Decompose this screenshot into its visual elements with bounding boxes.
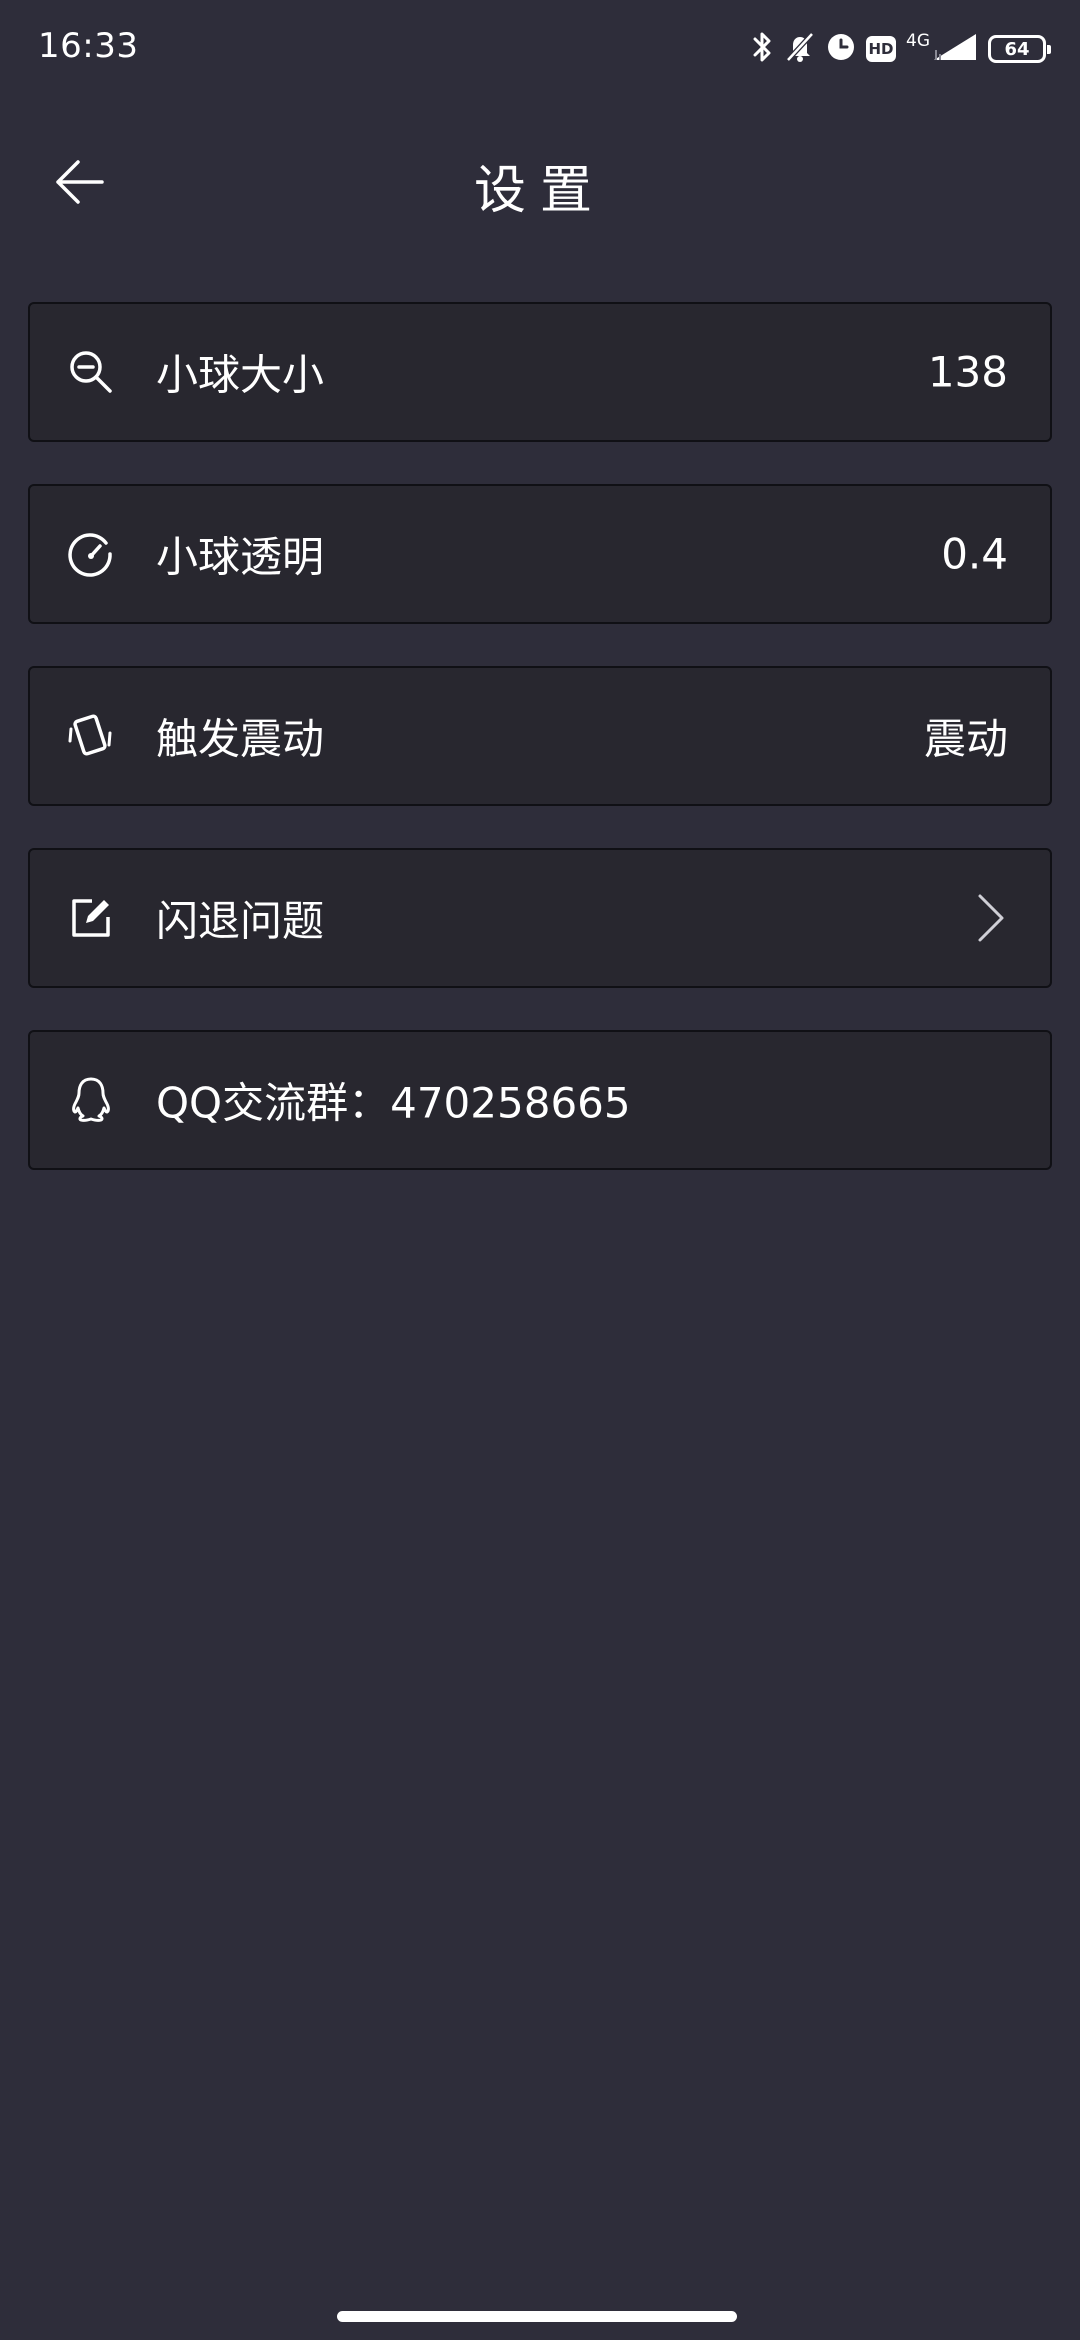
setting-label: QQ交流群：470258665	[156, 1078, 631, 1128]
setting-label: 小球大小	[156, 350, 325, 400]
setting-label: 小球透明	[156, 532, 325, 582]
status-icons: HD 4G 64	[752, 28, 1051, 70]
network-type: 4G	[906, 30, 930, 51]
edit-icon	[66, 893, 116, 943]
settings-list: 小球大小 138 小球透明 0.4 触发震动 震动 闪退问题 QQ交流群：470…	[28, 302, 1052, 1212]
mute-bell-icon	[784, 31, 816, 67]
battery-icon: 64	[988, 35, 1051, 63]
setting-value: 0.4	[941, 529, 1008, 579]
signal-icon	[932, 32, 978, 66]
home-indicator[interactable]	[337, 2311, 737, 2322]
setting-label: 触发震动	[156, 714, 325, 764]
hd-icon: HD	[866, 36, 896, 62]
chevron-right-icon	[978, 894, 1004, 942]
page-title: 设置	[473, 161, 606, 221]
setting-qq-group[interactable]: QQ交流群：470258665	[28, 1030, 1052, 1170]
app-header: 设置	[0, 120, 1080, 240]
setting-ball-size[interactable]: 小球大小 138	[28, 302, 1052, 442]
setting-vibration[interactable]: 触发震动 震动	[28, 666, 1052, 806]
bluetooth-icon	[752, 30, 774, 68]
status-time: 16:33	[38, 26, 139, 66]
battery-level: 64	[1004, 38, 1030, 60]
gauge-icon	[66, 529, 116, 579]
setting-value: 138	[927, 347, 1008, 397]
setting-crash-issue[interactable]: 闪退问题	[28, 848, 1052, 988]
vibrate-phone-icon	[66, 711, 116, 761]
setting-ball-opacity[interactable]: 小球透明 0.4	[28, 484, 1052, 624]
setting-label: 闪退问题	[156, 896, 325, 946]
status-bar: 16:33 HD 4G 64	[0, 0, 1080, 96]
qq-penguin-icon	[66, 1075, 116, 1125]
setting-value: 震动	[923, 714, 1008, 764]
zoom-out-icon	[66, 347, 116, 397]
alarm-clock-icon	[826, 32, 856, 66]
